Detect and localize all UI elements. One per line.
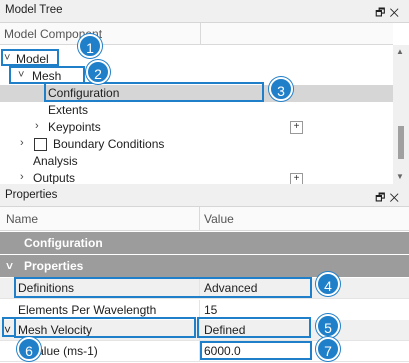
close-icon[interactable]: ✕ xyxy=(389,7,403,19)
add-keypoint-button[interactable]: + xyxy=(290,121,303,134)
properties-header: Properties 🗗✕ xyxy=(0,185,409,207)
callout-badge-1: 1 xyxy=(78,34,102,58)
highlight-configuration xyxy=(44,82,264,102)
highlight-value xyxy=(200,341,312,360)
property-name: Elements Per Wavelength xyxy=(18,303,157,317)
callout-badge-5: 5 xyxy=(316,314,340,338)
model-tree-title: Model Tree xyxy=(5,4,63,16)
callout-badge-2: 2 xyxy=(86,60,110,84)
callout-badge-7: 7 xyxy=(316,337,340,361)
callout-badge-3: 3 xyxy=(269,77,293,101)
scroll-up-icon[interactable]: ▲ xyxy=(396,47,404,56)
chevron-right-icon[interactable]: › xyxy=(20,171,24,183)
tree-item-label: Outputs xyxy=(33,171,76,184)
tree-item-label: Boundary Conditions xyxy=(53,137,165,151)
pin-icon[interactable]: 🗗 xyxy=(375,192,389,204)
boundary-conditions-checkbox[interactable] xyxy=(34,138,47,151)
properties-title: Properties xyxy=(5,189,58,201)
tree-item-extents[interactable]: Extents xyxy=(0,102,393,119)
tree-item-boundary-conditions[interactable]: › Boundary Conditions xyxy=(0,136,393,153)
value-column-header: Value xyxy=(204,212,234,226)
highlight-defined xyxy=(197,317,311,338)
add-output-button[interactable]: + xyxy=(290,173,303,184)
scroll-thumb[interactable] xyxy=(398,126,404,159)
highlight-mesh-velocity xyxy=(14,317,196,338)
tree-item-label: Analysis xyxy=(33,154,78,168)
close-icon[interactable]: ✕ xyxy=(389,192,403,204)
category-label: Configuration xyxy=(24,236,103,250)
tree-column-header: Model Component xyxy=(0,23,393,45)
tree-item-label: Extents xyxy=(48,103,89,117)
category-label: Properties xyxy=(24,259,84,273)
pin-icon[interactable]: 🗗 xyxy=(375,7,389,19)
chevron-right-icon[interactable]: › xyxy=(20,137,24,149)
highlight-model xyxy=(1,49,59,66)
tree-scrollbar[interactable]: ▲ ▼ xyxy=(393,45,409,184)
tree-item-analysis[interactable]: Analysis xyxy=(0,153,393,170)
properties-column-header: Name Value xyxy=(0,207,409,231)
model-tree-panel: Model Component ˅ Model ˅ Mesh Configura… xyxy=(0,22,409,184)
category-properties[interactable]: ˅ Properties xyxy=(0,255,409,277)
tree-item-label: Keypoints xyxy=(48,120,101,134)
scroll-down-icon[interactable]: ▼ xyxy=(396,172,404,181)
tree-item-keypoints[interactable]: › Keypoints + xyxy=(0,119,393,136)
chevron-right-icon[interactable]: › xyxy=(35,120,39,132)
category-configuration[interactable]: Configuration xyxy=(0,232,409,254)
chevron-down-icon[interactable]: ˅ xyxy=(6,259,13,273)
model-tree-header: Model Tree 🗗✕ xyxy=(0,0,409,22)
tree-item-outputs[interactable]: › Outputs + xyxy=(0,170,393,184)
name-column-header: Name xyxy=(6,212,39,226)
callout-badge-6: 6 xyxy=(17,337,41,361)
highlight-definitions xyxy=(14,277,312,298)
callout-badge-4: 4 xyxy=(316,272,340,296)
property-value[interactable]: 15 xyxy=(204,303,217,317)
